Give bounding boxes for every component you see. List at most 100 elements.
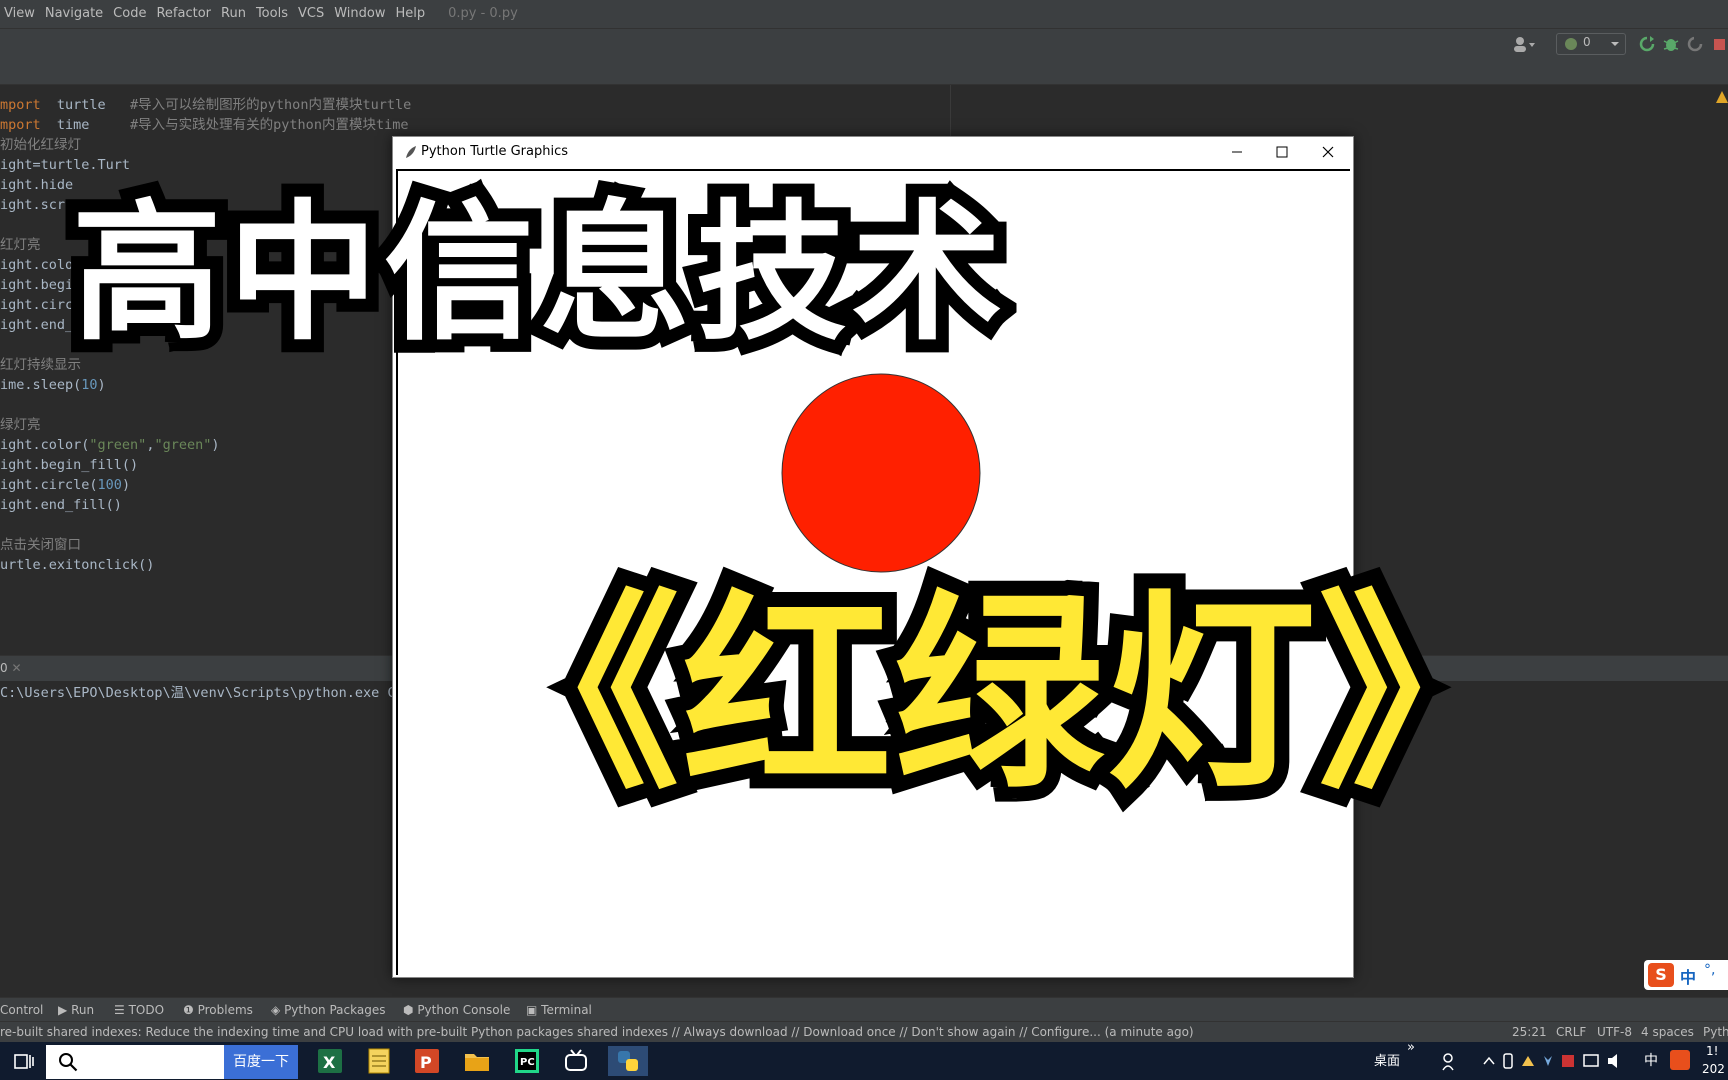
menu-item-run[interactable]: Run — [216, 0, 251, 28]
tool-tab-terminal[interactable]: ▣ Terminal — [526, 998, 592, 1022]
desktop-toolbar-label[interactable]: 桌面 — [1374, 1050, 1400, 1069]
warning-icon[interactable] — [1715, 90, 1728, 104]
menu-item-window[interactable]: Window — [329, 0, 390, 28]
stop-icon[interactable] — [1712, 35, 1728, 53]
menu-item-refactor[interactable]: Refactor — [151, 0, 216, 28]
info-icon: ❶ — [183, 1003, 194, 1017]
menu-item-help[interactable]: Help — [390, 0, 430, 28]
code-line[interactable]: ight.hide — [0, 175, 73, 195]
tool-tab-label: Problems — [197, 1003, 253, 1017]
maximize-icon[interactable] — [1274, 144, 1290, 160]
pycharm-icon[interactable]: PC — [512, 1046, 542, 1076]
debug-icon[interactable] — [1662, 35, 1680, 53]
code-line[interactable]: ight.color — [0, 255, 81, 275]
menu-bar: View Navigate Code Refactor Run Tools VCS Windo… — [0, 0, 1728, 28]
sogou-tray-icon[interactable] — [1670, 1050, 1690, 1070]
ime-mode-label: 中 — [1680, 968, 1697, 987]
code-line[interactable]: 初始化红绿灯 — [0, 135, 81, 155]
code-line[interactable]: 红灯持续显示 — [0, 355, 81, 375]
code-line[interactable]: 红灯亮 — [0, 235, 41, 255]
svg-text:P: P — [420, 1053, 432, 1072]
list-icon: ☰ — [114, 1003, 125, 1017]
indent-setting[interactable]: 4 spaces — [1641, 1022, 1694, 1043]
layers-icon: ◈ — [271, 1003, 281, 1017]
minimize-icon[interactable] — [1229, 144, 1245, 160]
code-line[interactable]: mport time #导入与实践处理有关的python内置模块time — [0, 115, 408, 135]
overlay-title-top: 高中信息技术 — [59, 174, 1015, 374]
menu-item-vcs[interactable]: VCS — [293, 0, 329, 28]
run-tab[interactable]: 0 ✕ — [0, 661, 22, 675]
chevron-right-icon[interactable]: » — [1407, 1040, 1415, 1055]
close-icon[interactable] — [1320, 144, 1336, 160]
tool-tab-todo[interactable]: ☰ TODO — [114, 998, 164, 1022]
editor-tab-strip — [0, 58, 1728, 85]
caret-position[interactable]: 25:21 — [1512, 1022, 1547, 1043]
terminal-icon: ▣ — [526, 1003, 538, 1017]
tool-tab-problems[interactable]: ❶ Problems — [183, 998, 253, 1022]
menu-item-tools[interactable]: Tools — [251, 0, 293, 28]
code-line[interactable]: ime.sleep(10) — [0, 375, 106, 395]
tool-tab-run[interactable]: ▶ Run — [58, 998, 94, 1022]
code-line[interactable]: ight.begin_fill() — [0, 455, 138, 475]
search-icon — [59, 1053, 78, 1072]
window-title: 0.py - 0.py — [448, 6, 518, 21]
run-tab-label: 0 — [0, 661, 8, 675]
code-line[interactable]: ight.color("green","green") — [0, 435, 220, 455]
excel-icon[interactable]: X — [315, 1046, 345, 1076]
overlay-title-bottom: 《红绿灯》 — [455, 557, 1543, 832]
svg-text:PC: PC — [520, 1057, 535, 1068]
run-command-line: C:\Users\EPO\Desktop\温\venv\Scripts\pyth… — [0, 685, 404, 701]
menu-item-view[interactable]: View — [0, 0, 40, 28]
menu-item-navigate[interactable]: Navigate — [40, 0, 108, 28]
python-icon: ⬢ — [403, 1003, 414, 1017]
chevron-down-icon — [1611, 42, 1619, 46]
run-config-counter: 0 — [1583, 35, 1591, 49]
code-line[interactable]: ight.end_fill() — [0, 495, 122, 515]
code-line[interactable]: ight.end_f — [0, 315, 81, 335]
baidu-search-button[interactable]: 百度一下 — [224, 1045, 298, 1079]
rerun-icon[interactable] — [1638, 35, 1656, 53]
tool-tab-label: Run — [71, 1003, 95, 1017]
code-line[interactable]: ight.scre — [0, 195, 73, 215]
interpreter-setting[interactable]: Pyth — [1703, 1022, 1728, 1043]
tool-tab-label: Terminal — [541, 1003, 592, 1017]
ime-floating-bar[interactable]: S 中 °, — [1644, 960, 1728, 990]
status-message[interactable]: re-built shared indexes: Reduce the inde… — [0, 1022, 1194, 1043]
powerpoint-icon[interactable]: P — [412, 1046, 442, 1076]
ime-indicator[interactable]: 中 — [1644, 1050, 1658, 1070]
code-line[interactable]: mport turtle #导入可以绘制图形的python内置模块turtle — [0, 95, 411, 115]
bilibili-icon[interactable] — [561, 1046, 591, 1076]
file-encoding[interactable]: UTF-8 — [1597, 1022, 1632, 1043]
menu-item-code[interactable]: Code — [108, 0, 151, 28]
code-line[interactable]: 绿灯亮 — [0, 415, 41, 435]
tool-tab-python-console[interactable]: ⬢ Python Console — [403, 998, 510, 1022]
run-config-dropdown[interactable]: 0 — [1556, 33, 1626, 55]
tool-tab-control[interactable]: Control — [0, 998, 43, 1022]
tool-tab-label: Control — [0, 1003, 44, 1017]
folder-icon[interactable] — [462, 1046, 492, 1076]
play-icon: ▶ — [58, 1003, 68, 1017]
tool-tab-python-packages[interactable]: ◈ Python Packages — [271, 998, 385, 1022]
code-line[interactable]: 点击关闭窗口 — [0, 535, 81, 555]
code-line[interactable]: urtle.exitonclick() — [0, 555, 154, 575]
clock-date[interactable]: 202 — [1702, 1062, 1725, 1076]
code-line[interactable]: ight.circl — [0, 295, 81, 315]
code-line[interactable]: ight.circle(100) — [0, 475, 130, 495]
sogou-logo-icon: S — [1648, 963, 1674, 987]
clock-time[interactable]: 1! — [1706, 1044, 1718, 1058]
status-bar: re-built shared indexes: Reduce the inde… — [0, 1021, 1728, 1043]
notepad-icon[interactable] — [364, 1046, 394, 1076]
tool-tab-label: Python Console — [417, 1003, 511, 1017]
close-icon[interactable]: ✕ — [11, 661, 21, 675]
tool-window-strip: Control ▶ Run ☰ TODO ❶ Problems ◈ Python… — [0, 997, 1728, 1022]
tool-tab-label: Python Packages — [284, 1003, 386, 1017]
code-line[interactable]: ight.begin — [0, 275, 81, 295]
toolbar: 0 — [0, 28, 1728, 59]
line-separator[interactable]: CRLF — [1556, 1022, 1586, 1043]
svg-text:X: X — [323, 1053, 336, 1072]
coverage-icon[interactable] — [1686, 35, 1704, 53]
taskbar-search-input[interactable] — [46, 1045, 224, 1079]
python-turtle-taskbar-icon[interactable] — [608, 1046, 648, 1076]
task-view-icon[interactable] — [12, 1050, 36, 1074]
user-icon[interactable] — [1512, 35, 1536, 53]
